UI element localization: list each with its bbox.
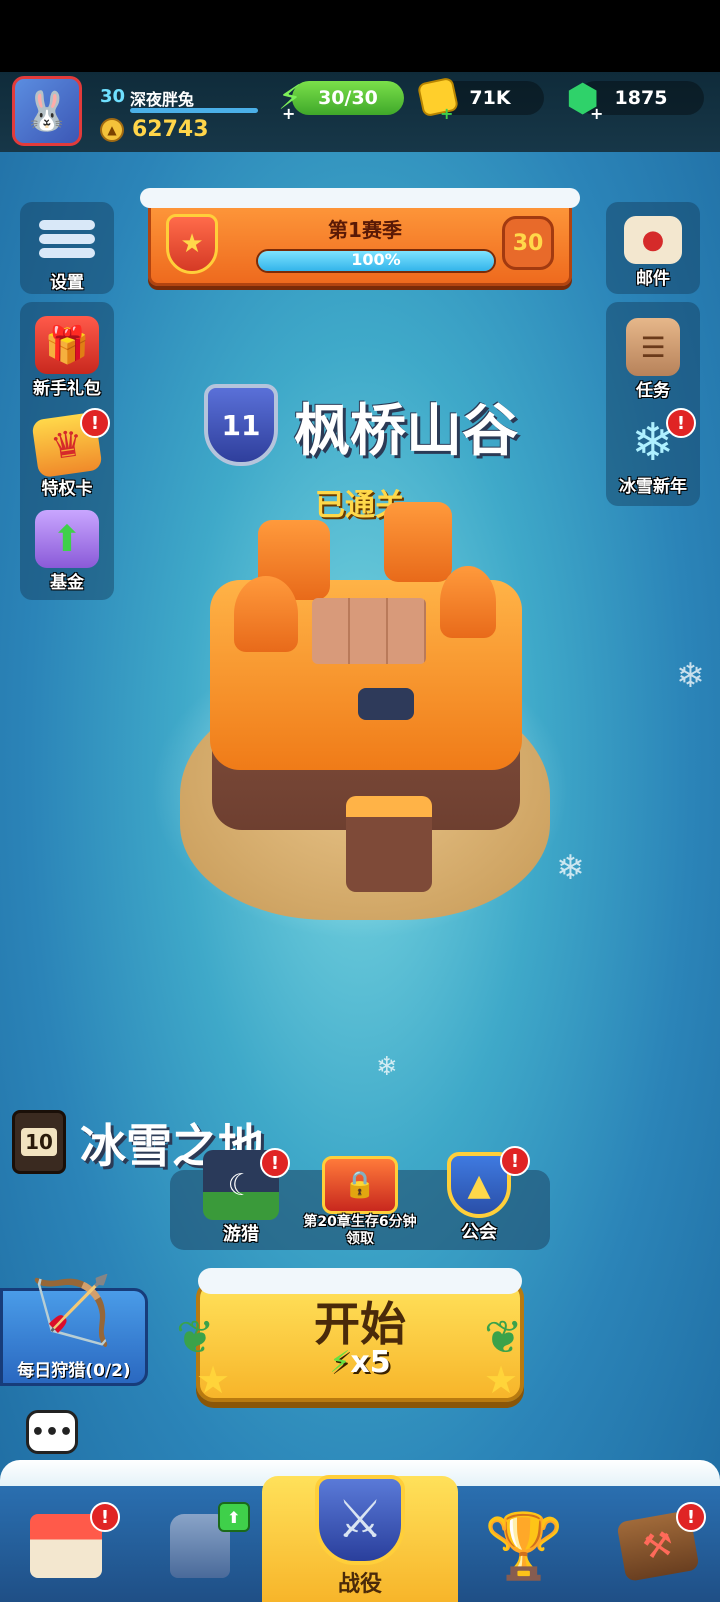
upgrade-arrow-icon: ⬆ (218, 1502, 250, 1532)
treasure-chest-icon: 🔒 (322, 1156, 398, 1214)
gift-icon: 🎁 (35, 316, 99, 374)
start-cost: ⚡x5 (196, 1345, 524, 1380)
starter-pack-label: 新手礼包 (33, 379, 101, 399)
add-gold-icon[interactable]: + (440, 104, 453, 123)
chapter-reward-label: 第20章生存6分钟领取 (303, 1214, 417, 1247)
castle-door (358, 688, 414, 720)
fund-label: 基金 (50, 573, 84, 593)
gold-value: 71K (469, 87, 511, 109)
nav-campaign-label: 战役 (337, 1572, 382, 1597)
clipboard-icon: ☰ (626, 318, 680, 376)
alert-badge-icon: ! (666, 408, 696, 438)
chat-button[interactable]: ••• (26, 1410, 78, 1454)
add-energy-icon[interactable]: + (282, 104, 295, 123)
season-star-badge-icon: ★ (166, 214, 218, 274)
starter-pack-button[interactable]: 🎁 新手礼包 (22, 316, 112, 399)
mail-icon: ● (624, 216, 682, 264)
trophy-icon: 🏆 (484, 1509, 564, 1584)
avatar[interactable]: 🐰 (12, 76, 82, 146)
player-level: 30 (100, 86, 126, 107)
alert-badge-icon: ! (676, 1502, 706, 1532)
snowflake-icon: ❄ (676, 656, 705, 696)
tasks-label: 任务 (636, 381, 670, 401)
gem-value: 1875 (614, 87, 668, 109)
chest-icon: ⬆ (35, 510, 99, 568)
chapter-title: 枫桥山谷 (294, 399, 518, 464)
castle-tower (384, 502, 452, 582)
snowflake-icon: ❄ (556, 848, 585, 888)
season-title: 第1赛季 (328, 218, 402, 242)
season-level-badge: 30 (502, 216, 554, 270)
menu-icon (35, 210, 99, 268)
season-progress-text: 100% (351, 250, 401, 269)
fund-button[interactable]: ⬆ 基金 (22, 510, 112, 593)
alert-badge-icon: ! (90, 1502, 120, 1532)
star-icon: ★ (484, 1358, 519, 1402)
snow-cap (140, 188, 580, 208)
castle-bridge (312, 598, 426, 664)
daily-hunt-label: 每日狩猎(0/2) (17, 1361, 131, 1381)
nav-trophy-tab[interactable]: 🏆 (474, 1496, 574, 1596)
chat-bubble-icon: ••• (30, 1419, 74, 1445)
snow-new-year-label: 冰雪新年 (619, 477, 687, 497)
hourglass-icon: 10 (12, 1110, 66, 1174)
player-name: 深夜胖兔 (130, 90, 195, 109)
tasks-button[interactable]: ☰ 任务 (608, 318, 698, 401)
hunt-label: 游猎 (223, 1224, 259, 1245)
snowflake-icon: ❄ (376, 1052, 398, 1082)
privilege-card-label: 特权卡 (41, 479, 93, 499)
coin-count: 62743 (132, 117, 209, 142)
chapter-reward-button[interactable]: 🔒 第20章生存6分钟领取 (300, 1156, 420, 1248)
alert-badge-icon: ! (260, 1148, 290, 1178)
castle-roof (440, 566, 496, 638)
castle-roof (234, 576, 298, 652)
trophy-coin-icon: ▲ (100, 118, 124, 142)
alert-badge-icon: ! (500, 1146, 530, 1176)
guild-label: 公会 (461, 1222, 497, 1243)
next-chapter-number: 10 (21, 1128, 57, 1156)
energy-value: 30/30 (318, 87, 378, 109)
crossed-swords-icon: ⚔ (310, 1470, 410, 1570)
add-gem-icon[interactable]: + (590, 104, 603, 123)
settings-button[interactable]: 设置 (22, 210, 112, 293)
mail-label: 邮件 (636, 269, 670, 289)
alert-badge-icon: ! (80, 408, 110, 438)
energy-counter[interactable]: 30/30 (292, 81, 404, 115)
castle-stairs (346, 796, 432, 892)
bow-icon: 🏹 (30, 1272, 113, 1349)
holly-icon: ❦ (176, 1310, 215, 1364)
star-icon: ★ (196, 1358, 231, 1402)
holly-icon: ❦ (484, 1310, 523, 1364)
chapter-number-badge: 11 (204, 384, 278, 466)
energy-bolt-icon: ⚡ (329, 1345, 351, 1380)
settings-label: 设置 (50, 273, 84, 293)
mail-button[interactable]: ● 邮件 (608, 210, 698, 289)
start-cost-value: x5 (350, 1345, 391, 1380)
xp-bar (130, 108, 258, 113)
